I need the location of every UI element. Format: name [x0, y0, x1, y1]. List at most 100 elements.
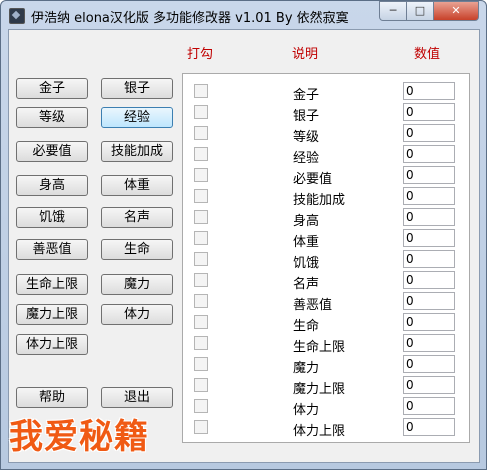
- row-label: 经验: [293, 151, 320, 166]
- list-row: 金子 0: [183, 81, 469, 103]
- maximize-button[interactable]: □: [406, 1, 434, 21]
- value-input[interactable]: 0: [403, 166, 455, 184]
- value-input[interactable]: 0: [403, 82, 455, 100]
- row-label: 必要值: [293, 172, 333, 187]
- height-button[interactable]: 身高: [16, 175, 88, 196]
- karma-button[interactable]: 善恶值: [16, 239, 88, 260]
- row-label: 魔力: [293, 361, 320, 376]
- value-input[interactable]: 0: [403, 250, 455, 268]
- enable-checkbox[interactable]: [194, 84, 208, 98]
- list-row: 技能加成 0: [183, 186, 469, 208]
- list-row: 银子 0: [183, 102, 469, 124]
- row-label: 银子: [293, 109, 320, 124]
- enable-checkbox[interactable]: [194, 252, 208, 266]
- app-icon: [9, 8, 25, 24]
- row-label: 体力上限: [293, 424, 346, 439]
- stamina-button[interactable]: 体力: [101, 304, 173, 325]
- title-bar[interactable]: 伊浩纳 elona汉化版 多功能修改器 v1.01 By 依然寂寞 ─ □ ✕: [1, 1, 486, 29]
- list-row: 善恶值 0: [183, 291, 469, 313]
- max-stamina-button[interactable]: 体力上限: [16, 334, 88, 355]
- row-label: 生命上限: [293, 340, 346, 355]
- fame-button[interactable]: 名声: [101, 207, 173, 228]
- row-label: 名声: [293, 277, 320, 292]
- header-value: 数值: [414, 47, 441, 62]
- value-input[interactable]: 0: [403, 355, 455, 373]
- value-input[interactable]: 0: [403, 187, 455, 205]
- enable-checkbox[interactable]: [194, 336, 208, 350]
- list-row: 生命 0: [183, 312, 469, 334]
- value-input[interactable]: 0: [403, 292, 455, 310]
- enable-checkbox[interactable]: [194, 147, 208, 161]
- life-button[interactable]: 生命: [101, 239, 173, 260]
- row-label: 技能加成: [293, 193, 346, 208]
- value-input[interactable]: 0: [403, 334, 455, 352]
- value-input[interactable]: 0: [403, 103, 455, 121]
- row-label: 饥饿: [293, 256, 320, 271]
- level-button[interactable]: 等级: [16, 107, 88, 128]
- watermark: 我爱秘籍: [9, 417, 149, 457]
- list-row: 体力 0: [183, 396, 469, 418]
- enable-checkbox[interactable]: [194, 315, 208, 329]
- enable-checkbox[interactable]: [194, 294, 208, 308]
- mana-button[interactable]: 魔力: [101, 274, 173, 295]
- list-row: 必要值 0: [183, 165, 469, 187]
- enable-checkbox[interactable]: [194, 189, 208, 203]
- header-desc: 说明: [292, 47, 319, 62]
- exp-button[interactable]: 经验: [101, 107, 173, 128]
- enable-checkbox[interactable]: [194, 168, 208, 182]
- silver-button[interactable]: 银子: [101, 78, 173, 99]
- list-row: 魔力 0: [183, 354, 469, 376]
- list-row: 身高 0: [183, 207, 469, 229]
- list-row: 经验 0: [183, 144, 469, 166]
- value-input[interactable]: 0: [403, 418, 455, 436]
- close-button[interactable]: ✕: [433, 1, 479, 21]
- enable-checkbox[interactable]: [194, 420, 208, 434]
- weight-button[interactable]: 体重: [101, 175, 173, 196]
- value-input[interactable]: 0: [403, 229, 455, 247]
- hunger-button[interactable]: 饥饿: [16, 207, 88, 228]
- cheat-list-panel: 金子 0 银子 0 等级 0 经验 0 必要值 0 技能加成 0 身高 0 体重 0 饥饿 0 名声 0 善恶值 0 生命 0…: [182, 73, 470, 443]
- list-row: 体重 0: [183, 228, 469, 250]
- window-title: 伊浩纳 elona汉化版 多功能修改器 v1.01 By 依然寂寞: [31, 11, 349, 26]
- skill-bonus-button[interactable]: 技能加成: [101, 141, 173, 162]
- list-row: 魔力上限 0: [183, 375, 469, 397]
- row-label: 等级: [293, 130, 320, 145]
- enable-checkbox[interactable]: [194, 210, 208, 224]
- enable-checkbox[interactable]: [194, 273, 208, 287]
- value-input[interactable]: 0: [403, 271, 455, 289]
- header-check: 打勾: [187, 47, 214, 62]
- row-label: 魔力上限: [293, 382, 346, 397]
- enable-checkbox[interactable]: [194, 126, 208, 140]
- value-input[interactable]: 0: [403, 313, 455, 331]
- list-row: 体力上限 0: [183, 417, 469, 439]
- enable-checkbox[interactable]: [194, 378, 208, 392]
- enable-checkbox[interactable]: [194, 231, 208, 245]
- row-label: 善恶值: [293, 298, 333, 313]
- list-row: 饥饿 0: [183, 249, 469, 271]
- minimize-button[interactable]: ─: [379, 1, 407, 21]
- value-input[interactable]: 0: [403, 397, 455, 415]
- row-label: 体重: [293, 235, 320, 250]
- row-label: 身高: [293, 214, 320, 229]
- value-input[interactable]: 0: [403, 145, 455, 163]
- max-mana-button[interactable]: 魔力上限: [16, 304, 88, 325]
- list-row: 等级 0: [183, 123, 469, 145]
- row-label: 金子: [293, 88, 320, 103]
- gold-button[interactable]: 金子: [16, 78, 88, 99]
- list-row: 生命上限 0: [183, 333, 469, 355]
- client-area: 打勾 说明 数值 金子 银子 等级 经验 必要值 技能加成 身高 体重 饥饿 名声 善恶值 生命 生命上…: [8, 29, 480, 463]
- row-label: 生命: [293, 319, 320, 334]
- value-input[interactable]: 0: [403, 124, 455, 142]
- app-window: 伊浩纳 elona汉化版 多功能修改器 v1.01 By 依然寂寞 ─ □ ✕ …: [0, 0, 487, 470]
- required-value-button[interactable]: 必要值: [16, 141, 88, 162]
- exit-button[interactable]: 退出: [101, 387, 173, 408]
- max-life-button[interactable]: 生命上限: [16, 274, 88, 295]
- row-label: 体力: [293, 403, 320, 418]
- enable-checkbox[interactable]: [194, 399, 208, 413]
- value-input[interactable]: 0: [403, 376, 455, 394]
- enable-checkbox[interactable]: [194, 105, 208, 119]
- list-row: 名声 0: [183, 270, 469, 292]
- value-input[interactable]: 0: [403, 208, 455, 226]
- enable-checkbox[interactable]: [194, 357, 208, 371]
- help-button[interactable]: 帮助: [16, 387, 88, 408]
